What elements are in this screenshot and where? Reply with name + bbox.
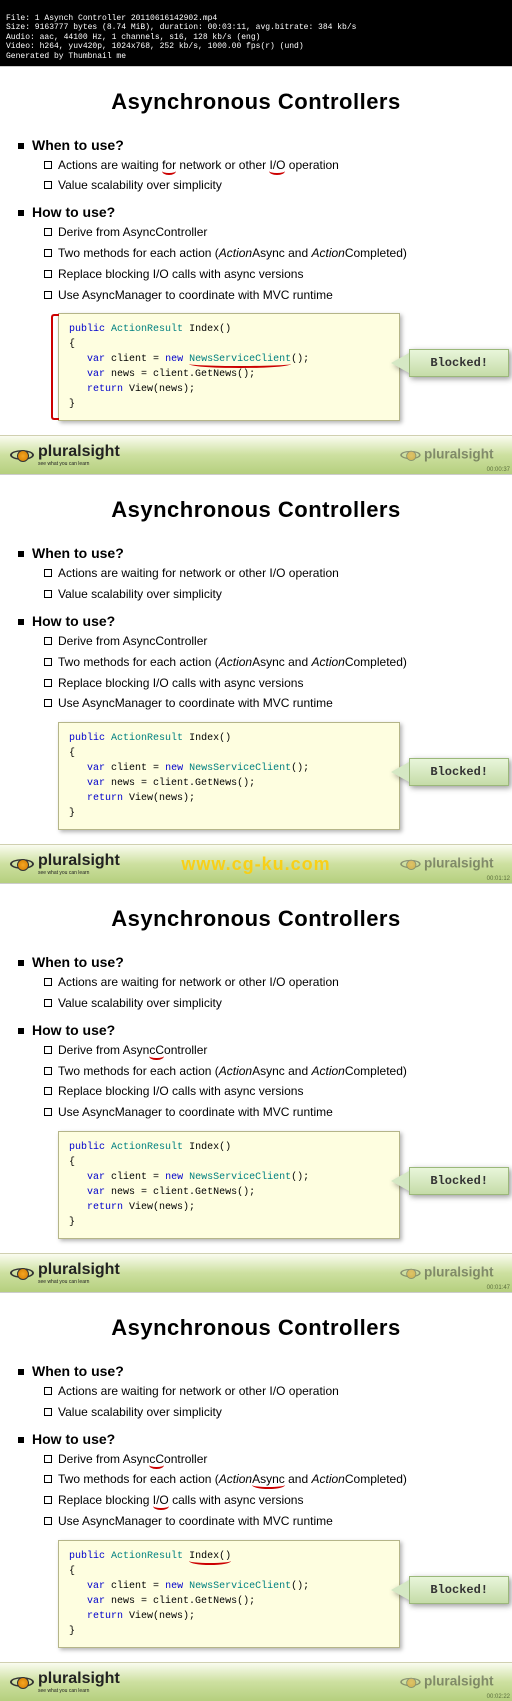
eye-icon xyxy=(10,857,34,871)
pluralsight-logo-watermark: pluralsight xyxy=(400,449,493,463)
meta-gen: Generated by Thumbnail me xyxy=(6,52,126,61)
eye-icon xyxy=(10,1675,34,1689)
list-item: Replace blocking I/O calls with async ve… xyxy=(58,266,494,283)
list-item: Derive from AsyncController xyxy=(58,224,494,241)
section-how: How to use? xyxy=(32,204,494,220)
list-item: Replace blocking I/O calls with async ve… xyxy=(58,1492,494,1509)
timestamp: 00:01:47 xyxy=(487,1285,510,1291)
list-item: Value scalability over simplicity xyxy=(58,177,494,194)
pluralsight-logo: pluralsightsee what you can learn xyxy=(10,1670,120,1694)
callout-arrow-icon xyxy=(391,762,409,782)
list-item: Derive from AsyncController xyxy=(58,1042,494,1059)
slide-footer: pluralsightsee what you can learn plural… xyxy=(0,435,512,474)
callout-arrow-icon xyxy=(391,1171,409,1191)
section-when: When to use? xyxy=(32,1363,494,1379)
list-item: Derive from AsyncController xyxy=(58,633,494,650)
list-item: Replace blocking I/O calls with async ve… xyxy=(58,675,494,692)
list-item: Use AsyncManager to coordinate with MVC … xyxy=(58,1513,494,1530)
red-bracket-annotation xyxy=(51,314,59,420)
callout-label: Blocked! xyxy=(409,349,509,377)
slide-footer: pluralsightsee what you can learn www.cg… xyxy=(0,844,512,883)
code-sample: public ActionResult Index() { var client… xyxy=(58,313,400,421)
how-list: Derive from AsyncController Two methods … xyxy=(18,1451,494,1530)
callout-label: Blocked! xyxy=(409,1576,509,1604)
list-item: Value scalability over simplicity xyxy=(58,1404,494,1421)
section-when: When to use? xyxy=(32,545,494,561)
how-list: Derive from AsyncController Two methods … xyxy=(18,224,494,303)
section-how: How to use? xyxy=(32,1431,494,1447)
blocked-callout: Blocked! xyxy=(391,349,509,377)
callout-label: Blocked! xyxy=(409,758,509,786)
eye-icon xyxy=(400,858,420,870)
list-item: Two methods for each action (ActionAsync… xyxy=(58,1471,494,1488)
section-when: When to use? xyxy=(32,137,494,153)
callout-arrow-icon xyxy=(391,1580,409,1600)
timestamp: 00:00:37 xyxy=(487,467,510,473)
list-item: Two methods for each action (ActionAsync… xyxy=(58,654,494,671)
section-how: How to use? xyxy=(32,1022,494,1038)
list-item: Derive from AsyncController xyxy=(58,1451,494,1468)
pluralsight-logo: pluralsightsee what you can learn xyxy=(10,443,120,467)
meta-audio: Audio: aac, 44100 Hz, 1 channels, s16, 1… xyxy=(6,33,260,42)
slide-thumbnail: Asynchronous Controllers When to use? Ac… xyxy=(0,66,512,475)
slide-thumbnail: Asynchronous Controllers When to use? Ac… xyxy=(0,474,512,883)
pluralsight-logo: pluralsightsee what you can learn xyxy=(10,1261,120,1285)
slide-title: Asynchronous Controllers xyxy=(18,906,494,932)
how-list: Derive from AsyncController Two methods … xyxy=(18,1042,494,1121)
code-sample: public ActionResult Index() { var client… xyxy=(58,1131,400,1239)
slide-thumbnail: Asynchronous Controllers When to use? Ac… xyxy=(0,1292,512,1701)
eye-icon xyxy=(10,448,34,462)
slide-thumbnail: Asynchronous Controllers When to use? Ac… xyxy=(0,883,512,1292)
timestamp: 00:02:22 xyxy=(487,1694,510,1700)
timestamp: 00:01:12 xyxy=(487,876,510,882)
code-sample: public ActionResult Index() { var client… xyxy=(58,1540,400,1648)
section-when: When to use? xyxy=(32,954,494,970)
when-list: Actions are waiting for network or other… xyxy=(18,565,494,603)
eye-icon xyxy=(400,1267,420,1279)
pluralsight-logo-watermark: pluralsight xyxy=(400,1675,493,1689)
watermark-text: www.cg-ku.com xyxy=(181,854,330,875)
when-list: Actions are waiting for network or other… xyxy=(18,974,494,1012)
how-list: Derive from AsyncController Two methods … xyxy=(18,633,494,712)
slide-footer: pluralsightsee what you can learn plural… xyxy=(0,1662,512,1701)
slide-title: Asynchronous Controllers xyxy=(18,89,494,115)
slide-title: Asynchronous Controllers xyxy=(18,1315,494,1341)
code-sample: public ActionResult Index() { var client… xyxy=(58,722,400,830)
list-item: Actions are waiting for network or other… xyxy=(58,974,494,991)
eye-icon xyxy=(10,1266,34,1280)
blocked-callout: Blocked! xyxy=(391,1167,509,1195)
list-item: Actions are waiting for network or other… xyxy=(58,565,494,582)
when-list: Actions are waiting for network or other… xyxy=(18,1383,494,1421)
blocked-callout: Blocked! xyxy=(391,758,509,786)
slide-title: Asynchronous Controllers xyxy=(18,497,494,523)
pluralsight-logo-watermark: pluralsight xyxy=(400,1266,493,1280)
eye-icon xyxy=(400,1676,420,1688)
pluralsight-logo-watermark: pluralsight xyxy=(400,857,493,871)
pluralsight-logo: pluralsightsee what you can learn xyxy=(10,852,120,876)
callout-label: Blocked! xyxy=(409,1167,509,1195)
slide-footer: pluralsightsee what you can learn plural… xyxy=(0,1253,512,1292)
section-how: How to use? xyxy=(32,613,494,629)
list-item: Replace blocking I/O calls with async ve… xyxy=(58,1083,494,1100)
meta-file: File: 1 Asynch Controller 20110616142902… xyxy=(6,14,217,23)
meta-video: Video: h264, yuv420p, 1024x768, 252 kb/s… xyxy=(6,42,304,51)
meta-size: Size: 9163777 bytes (8.74 MiB), duration… xyxy=(6,23,356,32)
eye-icon xyxy=(400,449,420,461)
video-meta-header: File: 1 Asynch Controller 20110616142902… xyxy=(0,0,512,66)
list-item: Value scalability over simplicity xyxy=(58,586,494,603)
list-item: Actions are waiting for network or other… xyxy=(58,1383,494,1400)
blocked-callout: Blocked! xyxy=(391,1576,509,1604)
callout-arrow-icon xyxy=(391,353,409,373)
list-item: Use AsyncManager to coordinate with MVC … xyxy=(58,695,494,712)
list-item: Actions are waiting for network or other… xyxy=(58,157,494,174)
list-item: Two methods for each action (ActionAsync… xyxy=(58,245,494,262)
when-list: Actions are waiting for network or other… xyxy=(18,157,494,195)
list-item: Value scalability over simplicity xyxy=(58,995,494,1012)
list-item: Two methods for each action (ActionAsync… xyxy=(58,1063,494,1080)
list-item: Use AsyncManager to coordinate with MVC … xyxy=(58,287,494,304)
list-item: Use AsyncManager to coordinate with MVC … xyxy=(58,1104,494,1121)
